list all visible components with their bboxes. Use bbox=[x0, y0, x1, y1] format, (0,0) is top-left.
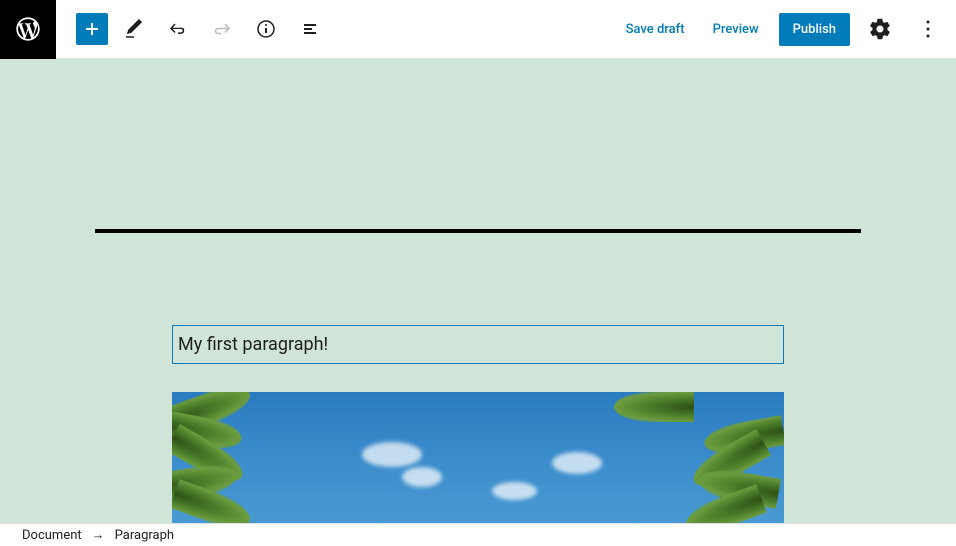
wordpress-logo[interactable] bbox=[0, 0, 56, 59]
content-area: My first paragraph! bbox=[0, 59, 956, 523]
info-button[interactable] bbox=[248, 11, 284, 47]
arrow-right-icon: → bbox=[92, 527, 105, 543]
breadcrumb-bar: Document → Paragraph bbox=[0, 523, 956, 546]
toolbar-left-group bbox=[56, 11, 328, 47]
breadcrumb-root[interactable]: Document bbox=[22, 528, 82, 543]
editor-canvas[interactable]: My first paragraph! bbox=[0, 59, 956, 523]
redo-button[interactable] bbox=[204, 11, 240, 47]
publish-button[interactable]: Publish bbox=[779, 13, 850, 46]
more-options-button[interactable] bbox=[910, 11, 946, 47]
add-block-button[interactable] bbox=[76, 13, 108, 45]
image-block[interactable] bbox=[172, 392, 784, 523]
paragraph-block[interactable]: My first paragraph! bbox=[172, 325, 784, 364]
breadcrumb-current[interactable]: Paragraph bbox=[115, 528, 174, 543]
editor-toolbar: Save draft Preview Publish bbox=[0, 0, 956, 59]
edit-tool-button[interactable] bbox=[116, 11, 152, 47]
undo-button[interactable] bbox=[160, 11, 196, 47]
outline-button[interactable] bbox=[292, 11, 328, 47]
save-draft-button[interactable]: Save draft bbox=[618, 14, 693, 45]
settings-button[interactable] bbox=[862, 11, 898, 47]
preview-button[interactable]: Preview bbox=[705, 14, 767, 45]
toolbar-right-group: Save draft Preview Publish bbox=[618, 11, 946, 47]
title-placeholder-line[interactable] bbox=[95, 229, 861, 233]
